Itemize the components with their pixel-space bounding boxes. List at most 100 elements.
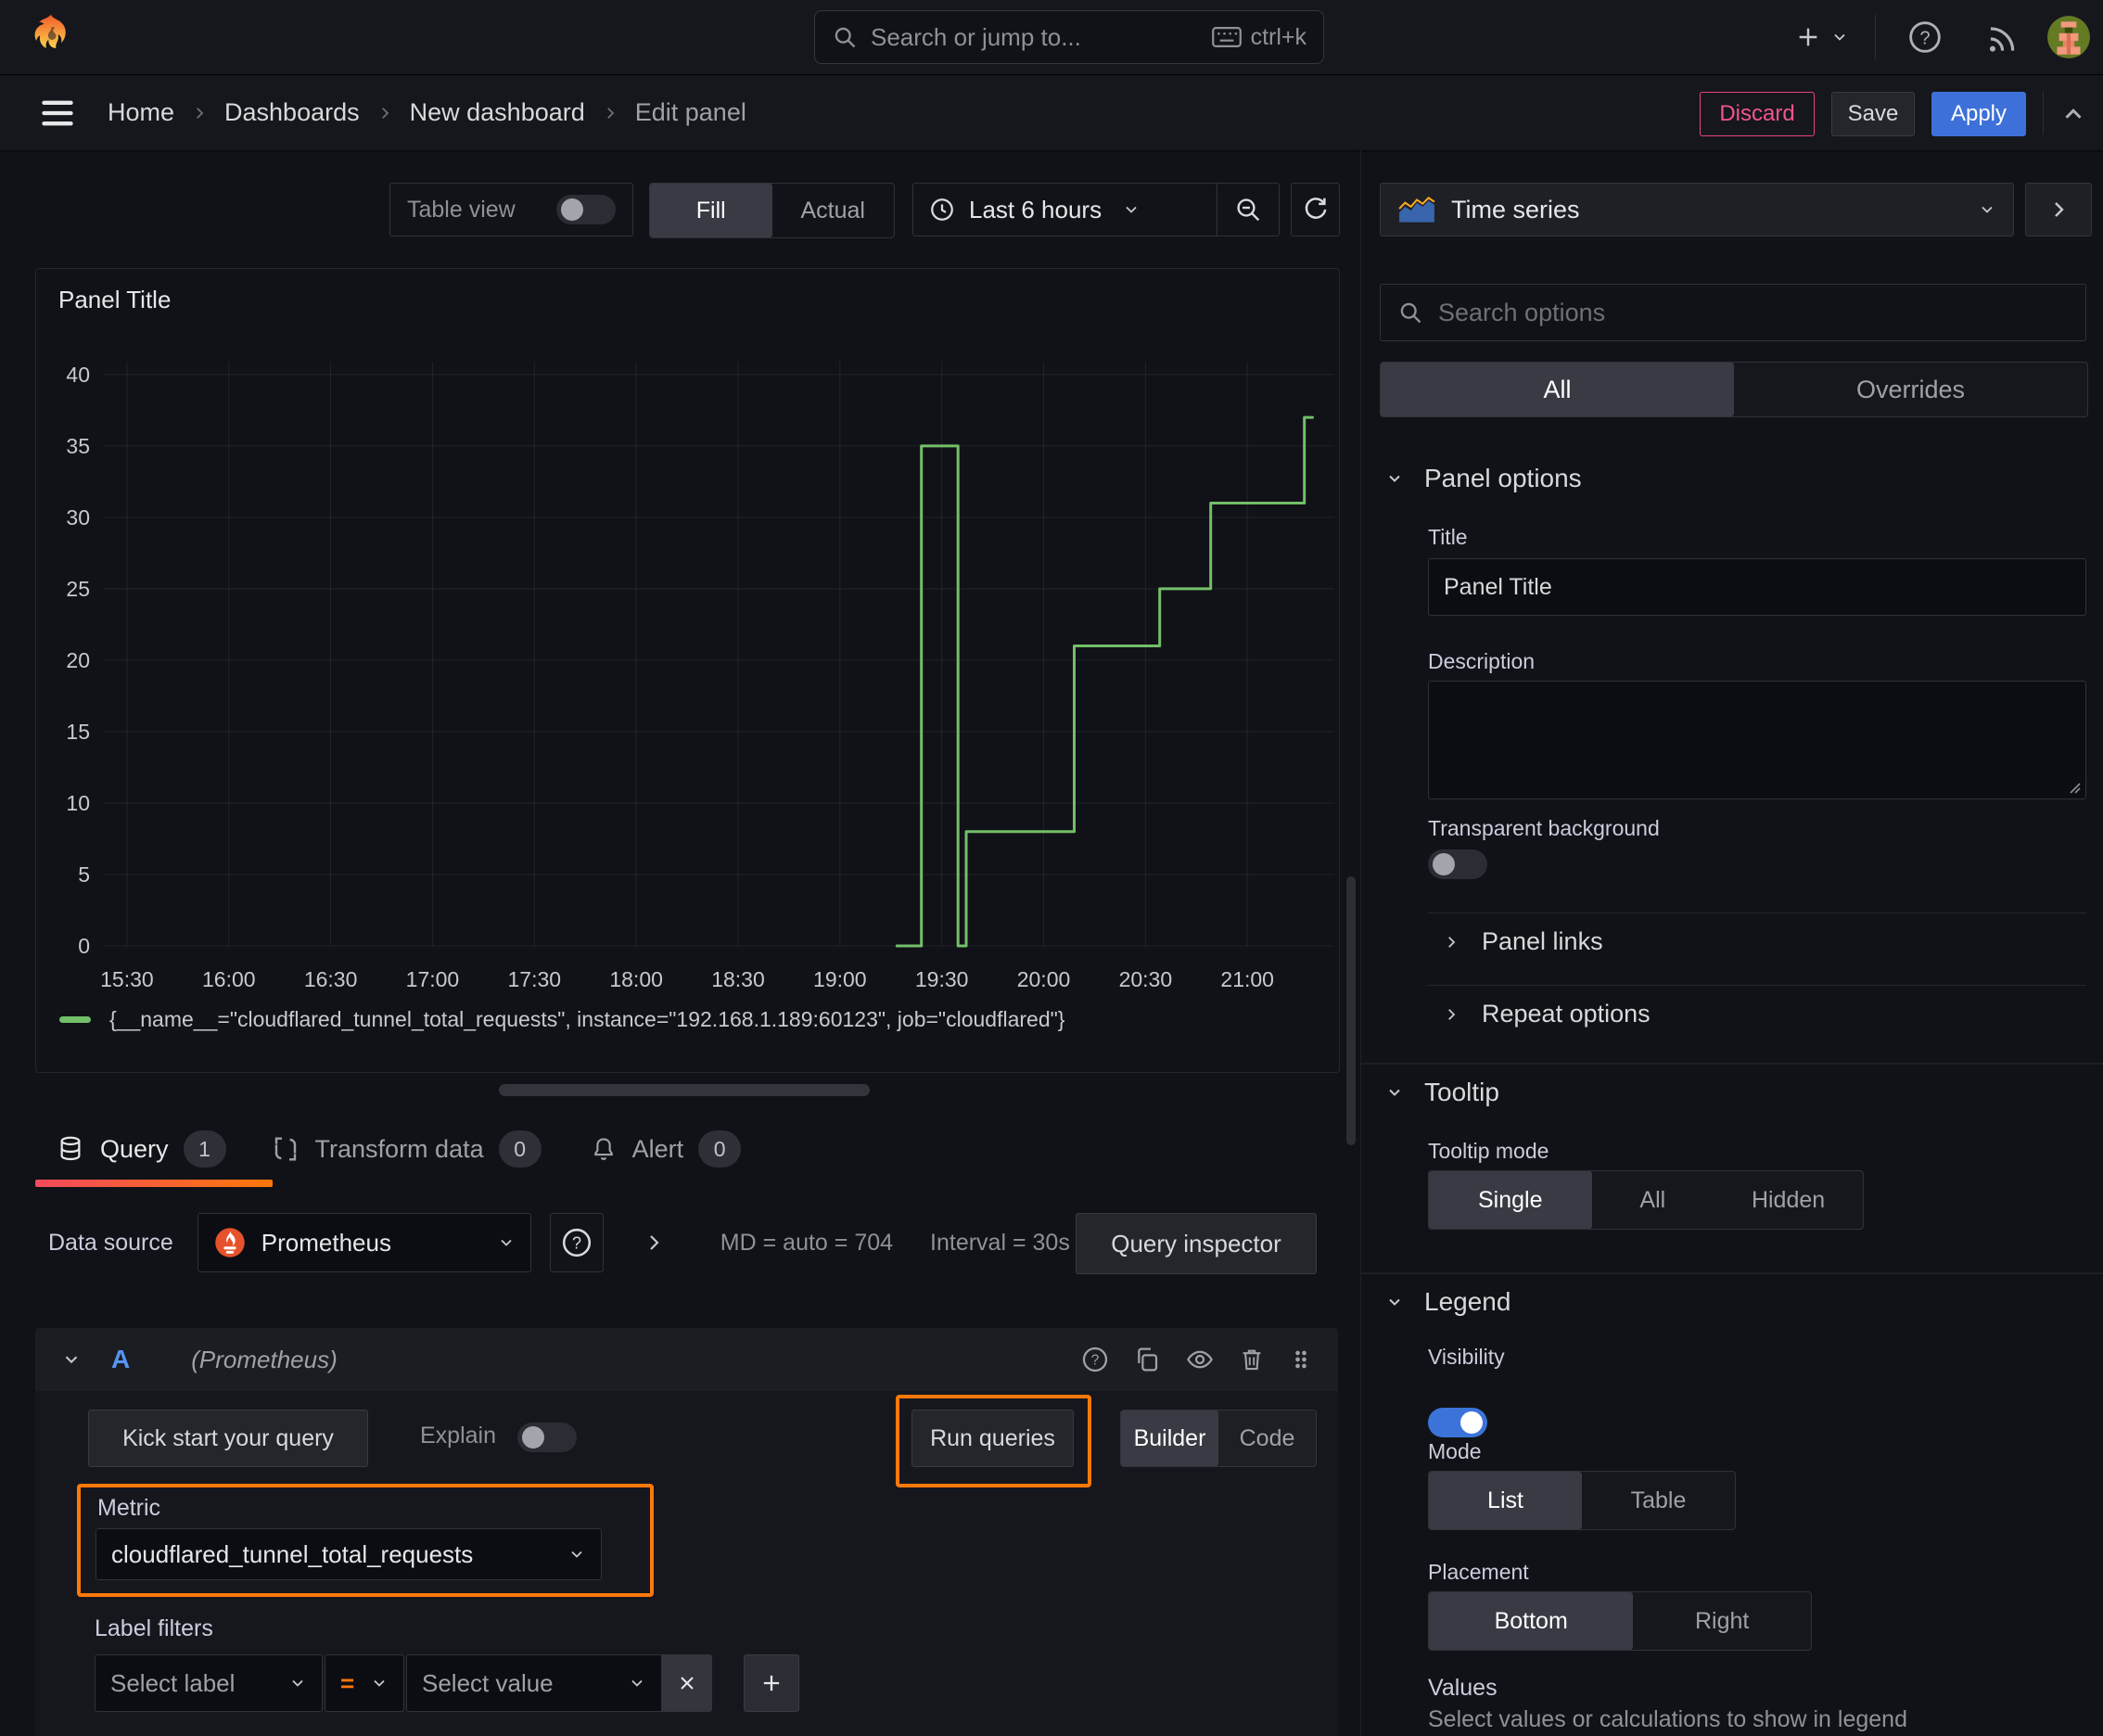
plus-icon: [1799, 28, 1817, 46]
breadcrumb-separator-icon: [381, 107, 389, 119]
svg-text:25: 25: [66, 577, 90, 601]
svg-text:21:00: 21:00: [1220, 967, 1274, 991]
chevron-right-icon: [1448, 1008, 1456, 1020]
delete-query-button[interactable]: [1238, 1345, 1266, 1374]
save-button[interactable]: Save: [1831, 92, 1915, 136]
hide-query-button[interactable]: [1184, 1345, 1216, 1374]
legend-mode-table[interactable]: Table: [1582, 1472, 1735, 1529]
datasource-label: Data source: [48, 1229, 173, 1256]
main-scrollbar[interactable]: [1346, 876, 1356, 1145]
legend-mode-list[interactable]: List: [1429, 1472, 1582, 1529]
breadcrumb-home[interactable]: Home: [108, 98, 174, 127]
legend-item[interactable]: {__name__="cloudflared_tunnel_total_requ…: [59, 1007, 1064, 1032]
operator-dropdown[interactable]: =: [325, 1654, 404, 1712]
breadcrumb-new-dashboard[interactable]: New dashboard: [410, 98, 585, 127]
time-range-picker[interactable]: Last 6 hours: [913, 184, 1217, 236]
query-inspector-button[interactable]: Query inspector: [1076, 1213, 1317, 1274]
tooltip-mode-single[interactable]: Single: [1429, 1171, 1592, 1229]
tab-overrides[interactable]: Overrides: [1734, 363, 2087, 416]
fill-actual-switch: Fill Actual: [649, 183, 895, 238]
bell-icon: [593, 1138, 613, 1160]
query-editor-card: A (Prometheus) ? Kick start your query E…: [35, 1328, 1338, 1736]
tab-query[interactable]: Query 1: [35, 1130, 247, 1168]
legend-values-help: Select values or calculations to show in…: [1428, 1706, 1907, 1732]
mega-menu-toggle[interactable]: [37, 96, 78, 131]
add-filter-button[interactable]: [744, 1654, 799, 1712]
select-label-dropdown[interactable]: Select label: [95, 1654, 323, 1712]
run-queries-button[interactable]: Run queries: [911, 1410, 1074, 1467]
tooltip-mode-all[interactable]: All: [1592, 1171, 1714, 1229]
legend-mode-switch: List Table: [1428, 1471, 1736, 1530]
visualization-picker[interactable]: Time series: [1380, 183, 2014, 236]
builder-option[interactable]: Builder: [1121, 1410, 1218, 1466]
explain-label: Explain: [420, 1423, 496, 1449]
duplicate-query-button[interactable]: [1132, 1345, 1162, 1374]
remove-filter-button[interactable]: [662, 1654, 712, 1712]
help-button[interactable]: ?: [1905, 17, 1945, 57]
datasource-picker[interactable]: Prometheus: [197, 1213, 531, 1272]
tab-alert[interactable]: Alert 0: [566, 1130, 766, 1168]
breadcrumb-edit-panel: Edit panel: [634, 98, 746, 126]
interval-stat: Interval = 30s: [930, 1229, 1070, 1256]
apply-button[interactable]: Apply: [1931, 92, 2026, 136]
news-rss-button[interactable]: [1981, 19, 2021, 59]
explain-toggle[interactable]: [517, 1423, 577, 1452]
collapse-query-button[interactable]: [56, 1344, 87, 1375]
panel-title-input[interactable]: [1428, 558, 2086, 616]
user-avatar[interactable]: [2046, 14, 2092, 60]
tab-all[interactable]: All: [1381, 363, 1734, 416]
legend-section-header[interactable]: Legend: [1385, 1287, 1510, 1317]
section-divider: [1361, 1063, 2103, 1065]
new-menu-button[interactable]: [1793, 20, 1849, 54]
code-option[interactable]: Code: [1218, 1410, 1316, 1466]
tab-transform-count: 0: [498, 1130, 542, 1168]
zoom-out-time-button[interactable]: [1217, 184, 1279, 236]
refresh-button[interactable]: [1291, 183, 1340, 236]
datasource-help-button[interactable]: ?: [549, 1213, 604, 1272]
breadcrumb-separator-icon: [606, 107, 615, 119]
toggle-knob: [522, 1426, 544, 1449]
chevron-down-icon: [1126, 206, 1137, 213]
eye-icon: [1187, 1350, 1213, 1369]
legend-placement-bottom[interactable]: Bottom: [1429, 1592, 1634, 1650]
panel-options-section-header[interactable]: Panel options: [1385, 464, 1582, 493]
fill-option[interactable]: Fill: [650, 184, 772, 237]
svg-text:0: 0: [78, 934, 90, 958]
tab-transform-data[interactable]: Transform data 0: [247, 1130, 566, 1168]
repeat-options-section-header[interactable]: Repeat options: [1443, 1000, 1651, 1028]
breadcrumb-dashboards[interactable]: Dashboards: [224, 98, 360, 127]
chevron-down-icon: [292, 1679, 303, 1687]
drag-query-handle[interactable]: [1288, 1345, 1314, 1374]
legend-visibility-toggle[interactable]: [1428, 1408, 1487, 1437]
grafana-logo[interactable]: [26, 12, 76, 62]
open-viz-suggestions-button[interactable]: [2025, 183, 2092, 236]
legend-mode-label: Mode: [1428, 1439, 1482, 1463]
tooltip-section-header[interactable]: Tooltip: [1385, 1078, 1499, 1107]
legend-placement-right[interactable]: Right: [1633, 1592, 1811, 1650]
tooltip-mode-hidden[interactable]: Hidden: [1714, 1171, 1863, 1229]
select-value-dropdown[interactable]: Select value: [406, 1654, 662, 1712]
actual-option[interactable]: Actual: [772, 184, 895, 237]
panel-links-section-header[interactable]: Panel links: [1443, 927, 1603, 956]
discard-button[interactable]: Discard: [1700, 92, 1815, 136]
panel-links-heading: Panel links: [1482, 927, 1603, 955]
chevron-up-icon: [2065, 108, 2082, 119]
tab-transform-label: Transform data: [314, 1134, 484, 1163]
svg-text:18:30: 18:30: [711, 967, 765, 991]
transparent-background-toggle[interactable]: [1428, 849, 1487, 879]
pane-resize-handle[interactable]: [499, 1084, 870, 1096]
repeat-options-heading: Repeat options: [1482, 1000, 1651, 1028]
collapse-options-pane-button[interactable]: [2055, 96, 2092, 133]
description-textarea[interactable]: [1428, 681, 2086, 799]
legend-heading: Legend: [1424, 1287, 1511, 1316]
metric-select[interactable]: cloudflared_tunnel_total_requests: [96, 1528, 602, 1580]
expand-query-options-button[interactable]: [635, 1224, 672, 1261]
search-options-input[interactable]: Search options: [1380, 284, 2086, 341]
query-help-button[interactable]: ?: [1080, 1345, 1110, 1374]
table-view-toggle[interactable]: [556, 195, 616, 224]
kick-start-query-button[interactable]: Kick start your query: [88, 1410, 368, 1467]
global-search-input[interactable]: Search or jump to... ctrl+k: [814, 10, 1324, 64]
svg-text:?: ?: [1091, 1353, 1100, 1369]
svg-text:17:30: 17:30: [508, 967, 562, 991]
metric-label: Metric: [97, 1495, 161, 1521]
